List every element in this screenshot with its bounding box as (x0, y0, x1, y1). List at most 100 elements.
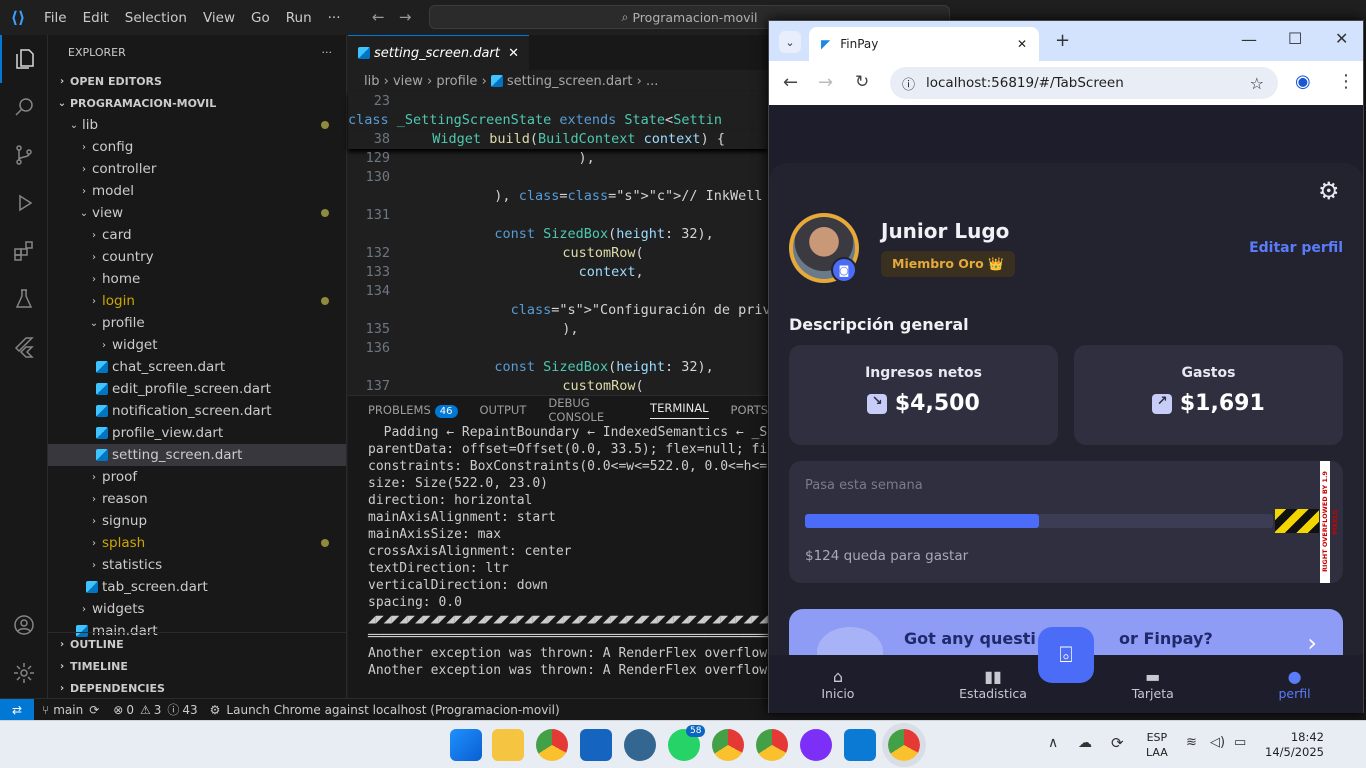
tab-problems[interactable]: PROBLEMS 46 (368, 403, 458, 418)
info-count[interactable]: 43 (182, 703, 197, 717)
reload-icon[interactable]: ↻ (855, 72, 869, 92)
chevron-right-icon[interactable]: › (1307, 629, 1317, 657)
folder-item[interactable]: › statistics (48, 554, 346, 576)
code-line[interactable]: 135 ), (348, 320, 768, 339)
nav-arrows[interactable]: ← → (372, 8, 411, 26)
outline-section[interactable]: › OUTLINE (48, 633, 346, 655)
testing-icon[interactable] (0, 275, 48, 323)
chrome-tab[interactable]: ◤ FinPay ✕ (809, 27, 1039, 61)
volume-icon[interactable]: ◁) (1210, 735, 1225, 750)
file-item[interactable]: edit_profile_screen.dart (48, 378, 346, 400)
chrome-icon[interactable] (536, 729, 568, 761)
maximize-icon[interactable]: ☐ (1288, 29, 1302, 48)
warning-count[interactable]: 3 (154, 703, 162, 717)
edit-profile-link[interactable]: Editar perfil (1249, 240, 1343, 256)
tab-ports[interactable]: PORTS (731, 403, 768, 417)
whatsapp-icon[interactable]: 58 (668, 725, 706, 761)
app-icon[interactable] (580, 729, 612, 761)
timeline-section[interactable]: › TIMELINE (48, 655, 346, 677)
nav-tarjeta[interactable]: ▬ Tarjeta (1132, 667, 1174, 701)
folder-item[interactable]: › country (48, 246, 346, 268)
file-item[interactable]: tab_screen.dart (48, 576, 346, 598)
code-line[interactable]: 134 class="s">"Configuración de privacid… (348, 282, 820, 320)
sync-icon[interactable]: ⟳ (89, 703, 99, 717)
code-line[interactable]: 132 customRow( (348, 244, 768, 263)
code-line[interactable]: 137 customRow( (348, 377, 768, 396)
folder-item[interactable]: › home (48, 268, 346, 290)
project-section[interactable]: ⌄ PROGRAMACION-MOVIL (48, 92, 346, 114)
tray-chevron-icon[interactable]: ∧ (1048, 735, 1058, 751)
chrome-active-icon[interactable] (882, 723, 926, 767)
tab-search-icon[interactable]: ⌄ (779, 31, 801, 53)
file-explorer-icon[interactable] (492, 729, 524, 761)
dependencies-section[interactable]: › DEPENDENCIES (48, 677, 346, 699)
remote-icon[interactable]: ⇄ (0, 698, 34, 721)
search-activity-icon[interactable] (0, 83, 48, 131)
close-window-icon[interactable]: ✕ (1335, 29, 1348, 48)
terminal-output[interactable]: Padding ← RepaintBoundary ← IndexedSeman… (348, 424, 768, 679)
folder-item[interactable]: › model (48, 180, 346, 202)
folder-item[interactable]: › login (48, 290, 346, 312)
vscode-taskbar-icon[interactable] (844, 729, 876, 761)
settings-gear-icon[interactable] (0, 649, 48, 697)
crumb-lib[interactable]: lib (364, 74, 379, 89)
camera-icon[interactable]: ◙ (831, 257, 857, 283)
file-item[interactable]: setting_screen.dart (48, 444, 346, 466)
site-info-icon[interactable]: ⓘ (902, 74, 915, 93)
explorer-more-icon[interactable]: ··· (322, 46, 333, 59)
code-line[interactable]: 133 context, (348, 263, 768, 282)
explorer-icon[interactable] (0, 35, 48, 83)
chrome-profile-icon[interactable] (712, 729, 744, 761)
menu-run[interactable]: Run (278, 10, 320, 26)
sticky-scroll-line[interactable]: 23 class _SettingScreenState extends Stat… (348, 92, 768, 130)
settings-gear-icon[interactable]: ⚙ (1318, 177, 1340, 205)
tab-debug-console[interactable]: DEBUG CONSOLE (548, 396, 628, 424)
menu-selection[interactable]: Selection (117, 10, 195, 26)
menu-file[interactable]: File (36, 10, 75, 26)
folder-item[interactable]: › controller (48, 158, 346, 180)
file-item[interactable]: notification_screen.dart (48, 400, 346, 422)
scan-fab-button[interactable]: ⌻ (1038, 627, 1094, 683)
crumb-view[interactable]: view (393, 74, 423, 89)
bookmark-star-icon[interactable]: ☆ (1250, 74, 1264, 93)
crumb-file[interactable]: setting_screen.dart (507, 74, 633, 89)
close-tab-icon[interactable]: ✕ (1017, 37, 1027, 51)
profile-icon[interactable]: ◉ (1295, 71, 1311, 92)
sticky-scroll-line[interactable]: 38 Widget build(BuildContext context) { (348, 130, 768, 149)
chrome-profile2-icon[interactable] (756, 729, 788, 761)
menu-edit[interactable]: Edit (75, 10, 117, 26)
sync-icon[interactable]: ⟳ (1111, 734, 1124, 752)
battery-icon[interactable]: ▭ (1234, 735, 1246, 750)
close-tab-icon[interactable]: ✕ (508, 46, 519, 61)
back-arrow-icon[interactable]: ← (372, 8, 385, 26)
crumb-profile[interactable]: profile (436, 74, 477, 89)
editor-tab[interactable]: setting_screen.dart ✕ (348, 35, 530, 70)
folder-item[interactable]: ⌄ lib (48, 114, 346, 136)
forward-arrow-icon[interactable]: → (399, 8, 412, 26)
avatar[interactable]: ◙ (789, 213, 859, 283)
tab-output[interactable]: OUTPUT (480, 403, 527, 417)
postgres-icon[interactable] (624, 729, 656, 761)
nav-estadistica[interactable]: ▮▮ Estadistica (959, 667, 1027, 701)
nav-perfil[interactable]: ● perfil (1279, 667, 1311, 701)
folder-item[interactable]: ⌄ profile (48, 312, 346, 334)
folder-item[interactable]: › config (48, 136, 346, 158)
nav-inicio[interactable]: ⌂ Inicio (821, 667, 854, 701)
address-bar[interactable]: ⓘ localhost:56819/#/TabScreen ☆ (890, 67, 1278, 99)
menu-more[interactable]: ··· (320, 10, 349, 26)
folder-item[interactable]: › splash (48, 532, 346, 554)
code-line[interactable]: 129 ), (348, 149, 768, 168)
folder-item[interactable]: › card (48, 224, 346, 246)
code-line[interactable]: 130 ), class=class="s">"c">// InkWell (348, 168, 768, 206)
error-count[interactable]: 0 (126, 703, 134, 717)
open-editors-section[interactable]: › OPEN EDITORS (48, 70, 346, 92)
launch-config[interactable]: Launch Chrome against localhost (Program… (226, 703, 559, 717)
run-debug-icon[interactable] (0, 179, 48, 227)
back-icon[interactable]: ← (783, 72, 798, 93)
crumb-more[interactable]: ... (646, 74, 658, 89)
language-indicator[interactable]: ESP LAA (1146, 730, 1168, 760)
folder-item[interactable]: › proof (48, 466, 346, 488)
forward-icon[interactable]: → (818, 72, 833, 93)
wifi-icon[interactable]: ≋ (1186, 735, 1197, 750)
code-line[interactable]: 131 const SizedBox(height: 32), (348, 206, 768, 244)
